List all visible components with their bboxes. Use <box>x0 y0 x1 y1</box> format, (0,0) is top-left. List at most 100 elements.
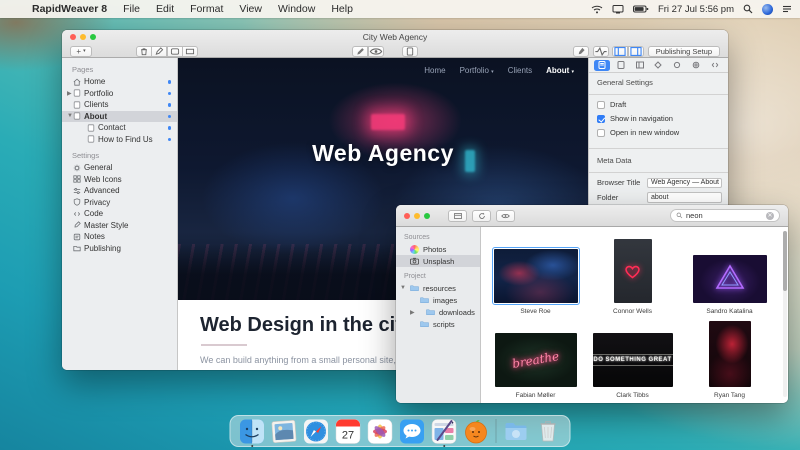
sidebar-item-contact[interactable]: Contact <box>62 122 177 134</box>
photo-cell[interactable]: breathe Fabian Møller <box>487 319 584 399</box>
menu-file[interactable]: File <box>115 0 148 18</box>
site-nav-about[interactable]: About ▾ <box>546 66 574 75</box>
toggle-inspector-icon[interactable] <box>628 46 644 57</box>
photo-cell[interactable]: Steve Roe <box>487 235 584 315</box>
folder-item-downloads[interactable]: ▶ downloads <box>396 306 480 318</box>
refresh-icon[interactable] <box>472 210 491 222</box>
sidebar-item-web-icons[interactable]: Web Icons <box>62 174 177 186</box>
simulate-page-icon[interactable] <box>402 46 418 57</box>
photo-cell[interactable]: Ryan Tang <box>681 319 778 399</box>
sidebar-item-portfolio[interactable]: ▶ Portfolio <box>62 88 177 100</box>
media-browser-icon[interactable] <box>167 46 183 57</box>
site-nav-portfolio[interactable]: Portfolio ▾ <box>460 66 494 75</box>
menubar-clock[interactable]: Fri 27 Jul 5:56 pm <box>658 4 734 15</box>
sidebar-item-home[interactable]: Home <box>62 76 177 88</box>
checkbox-unchecked[interactable] <box>597 129 605 137</box>
close-button[interactable] <box>404 213 410 219</box>
sidebar-item-notes[interactable]: Notes <box>62 231 177 243</box>
theme-brush-icon[interactable] <box>573 46 589 57</box>
quicklook-eye-icon[interactable] <box>496 210 515 222</box>
browser-title-input[interactable]: Web Agency — About Us <box>647 178 722 189</box>
photo-thumbnail-selected[interactable] <box>494 249 578 303</box>
sidebar-item-general[interactable]: General <box>62 162 177 174</box>
photo-cell[interactable]: Sandro Katalina <box>681 235 778 315</box>
menu-help[interactable]: Help <box>323 0 361 18</box>
orange-fruit-dock-icon[interactable] <box>464 419 489 444</box>
downloads-folder-dock-icon[interactable] <box>504 419 529 444</box>
photo-thumbnail[interactable]: DO SOMETHING GREAT <box>593 333 673 387</box>
zoom-button[interactable] <box>424 213 430 219</box>
chevron-right-icon[interactable]: ▶ <box>67 90 72 97</box>
wifi-icon[interactable] <box>591 3 603 15</box>
mail-stamp-dock-icon[interactable] <box>271 418 298 445</box>
tab-general-settings[interactable] <box>594 60 610 71</box>
source-item-unsplash[interactable]: Unsplash <box>396 255 480 267</box>
tab-meta-tags[interactable] <box>688 60 704 71</box>
toggle-sidebar-icon[interactable] <box>612 46 628 57</box>
display-icon[interactable] <box>612 3 624 15</box>
chevron-down-icon[interactable]: ▼ <box>400 285 406 291</box>
search-input[interactable] <box>686 211 763 220</box>
photo-thumbnail[interactable] <box>709 321 751 387</box>
health-check-icon[interactable] <box>593 46 609 57</box>
tab-layout-settings[interactable] <box>632 60 648 71</box>
app-menu[interactable]: RapidWeaver 8 <box>24 0 115 18</box>
tab-theme-settings[interactable] <box>669 60 685 71</box>
view-mode-icon[interactable] <box>448 210 467 222</box>
site-nav-clients[interactable]: Clients <box>508 66 532 75</box>
siri-icon[interactable] <box>762 4 773 15</box>
photos-dock-icon[interactable] <box>368 419 393 444</box>
spotlight-search-icon[interactable] <box>743 4 753 14</box>
scrollbar-thumb[interactable] <box>783 231 787 291</box>
menu-window[interactable]: Window <box>270 0 323 18</box>
menu-format[interactable]: Format <box>182 0 231 18</box>
finder-dock-icon[interactable] <box>240 419 265 444</box>
search-field[interactable]: ✕ <box>670 209 780 222</box>
preview-eye-icon[interactable] <box>368 46 384 57</box>
window-controls[interactable] <box>404 213 430 219</box>
safari-dock-icon[interactable] <box>304 419 329 444</box>
draft-checkbox-row[interactable]: Draft <box>589 98 728 112</box>
folder-input[interactable]: about <box>647 192 722 203</box>
sidebar-item-code[interactable]: Code <box>62 208 177 220</box>
menu-edit[interactable]: Edit <box>148 0 182 18</box>
sidebar-item-publishing[interactable]: Publishing <box>62 243 177 255</box>
photo-thumbnail[interactable] <box>693 255 767 303</box>
minimize-button[interactable] <box>414 213 420 219</box>
checkbox-checked[interactable] <box>597 115 605 123</box>
sidebar-item-privacy[interactable]: Privacy <box>62 197 177 209</box>
clear-search-icon[interactable]: ✕ <box>766 212 774 220</box>
menu-view[interactable]: View <box>231 0 270 18</box>
site-nav-home[interactable]: Home <box>424 66 445 75</box>
edit-pencil-icon[interactable] <box>352 46 368 57</box>
photo-thumbnail[interactable] <box>614 239 652 303</box>
edit-mode-icon[interactable] <box>151 46 167 57</box>
folder-item-resources[interactable]: ▼ resources <box>396 282 480 294</box>
tab-code[interactable] <box>707 60 723 71</box>
notification-center-icon[interactable] <box>782 4 792 14</box>
photo-cell[interactable]: Connor Wells <box>584 235 681 315</box>
photo-cell[interactable]: DO SOMETHING GREAT Clark Tibbs <box>584 319 681 399</box>
calendar-dock-icon[interactable]: 27 <box>336 419 361 444</box>
delete-page-icon[interactable] <box>136 46 152 57</box>
sidebar-item-advanced[interactable]: Advanced <box>62 185 177 197</box>
sidebar-item-master-style[interactable]: Master Style <box>62 220 177 232</box>
open-in-new-window-checkbox-row[interactable]: Open in new window <box>589 126 728 140</box>
sidebar-item-clients[interactable]: Clients <box>62 99 177 111</box>
checkbox-unchecked[interactable] <box>597 101 605 109</box>
add-page-button[interactable]: + ▾ <box>70 46 92 57</box>
photo-thumbnail[interactable]: breathe <box>495 333 577 387</box>
snippets-window-icon[interactable] <box>182 46 198 57</box>
chevron-right-icon[interactable]: ▶ <box>410 309 415 316</box>
tab-styles[interactable] <box>650 60 666 71</box>
source-item-photos[interactable]: Photos <box>396 243 480 255</box>
trash-dock-icon[interactable] <box>536 419 561 444</box>
folder-item-images[interactable]: images <box>396 294 480 306</box>
publishing-setup-button[interactable]: Publishing Setup <box>648 46 720 57</box>
sidebar-item-how-to-find-us[interactable]: How to Find Us <box>62 134 177 146</box>
rapidweaver-dock-icon[interactable] <box>432 419 457 444</box>
messages-dock-icon[interactable] <box>400 419 425 444</box>
show-in-navigation-checkbox-row[interactable]: Show in navigation <box>589 112 728 126</box>
battery-icon[interactable] <box>633 3 649 15</box>
folder-item-scripts[interactable]: scripts <box>396 318 480 330</box>
